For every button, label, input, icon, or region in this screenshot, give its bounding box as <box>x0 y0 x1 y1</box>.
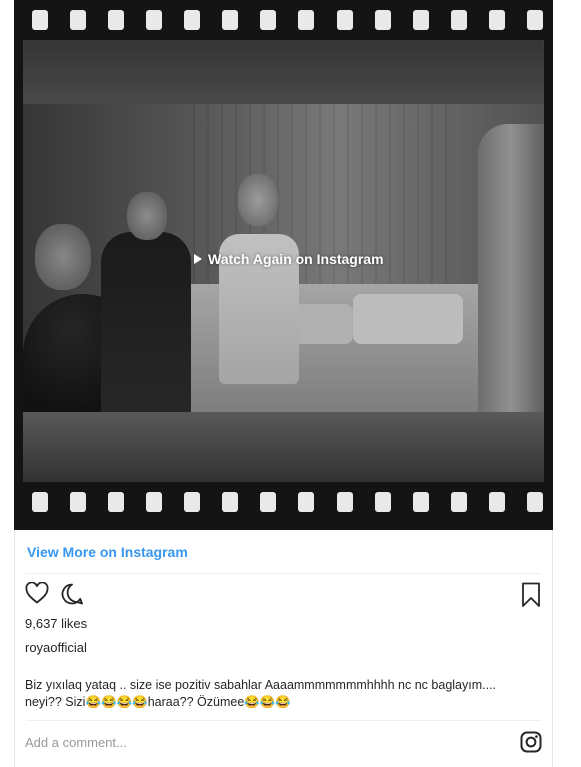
likes-count[interactable]: 9,637 likes <box>25 616 87 631</box>
bookmark-icon[interactable] <box>521 582 541 613</box>
heart-icon[interactable] <box>25 581 49 609</box>
play-icon <box>194 254 202 264</box>
video-frame[interactable]: Watch Again on Instagram <box>23 40 544 482</box>
caption-line: neyi?? Sizi😂😂😂😂haraa?? Özümee😂😂😂 <box>25 695 291 709</box>
comment-bubble-icon[interactable] <box>60 582 84 611</box>
action-bar <box>25 581 545 611</box>
film-sprockets-bottom <box>14 482 553 522</box>
divider <box>26 573 541 574</box>
view-more-link[interactable]: View More on Instagram <box>27 544 188 560</box>
film-sprockets-top <box>14 0 553 40</box>
post-username[interactable]: royaofficial <box>25 640 87 655</box>
add-comment-input[interactable]: Add a comment... <box>25 735 127 750</box>
watch-again-label: Watch Again on Instagram <box>208 251 384 267</box>
divider <box>26 720 541 721</box>
caption-line: Biz yıxılaq yataq .. size ise pozitiv sa… <box>25 678 497 692</box>
post-caption: Biz yıxılaq yataq .. size ise pozitiv sa… <box>25 677 545 711</box>
instagram-logo-icon[interactable] <box>520 731 542 758</box>
video-player[interactable]: Watch Again on Instagram <box>14 0 553 530</box>
watch-again-button[interactable]: Watch Again on Instagram <box>194 251 384 267</box>
